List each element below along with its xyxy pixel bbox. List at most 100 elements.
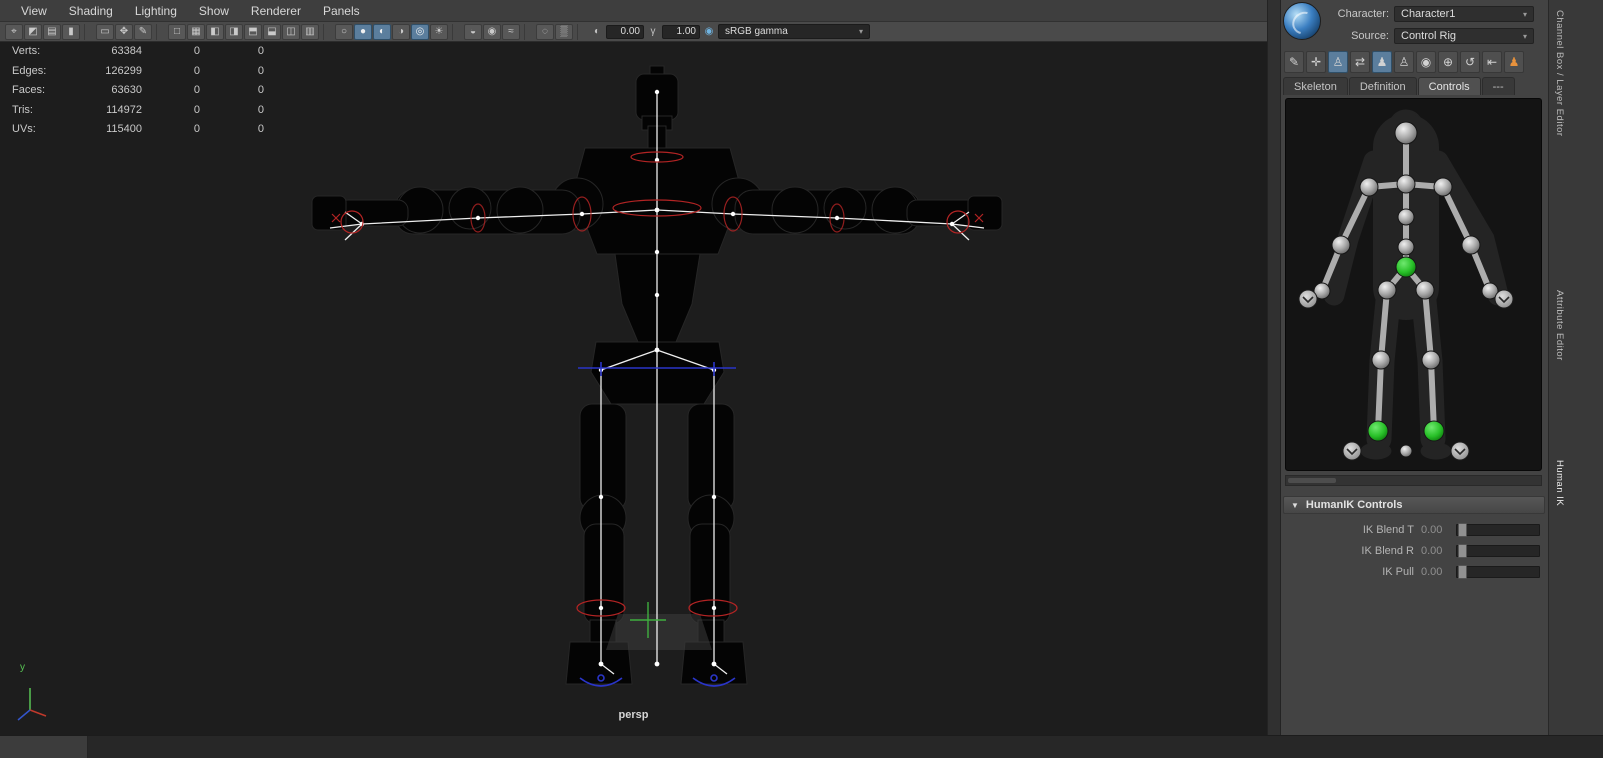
camera-attributes-icon[interactable]: ▤ (43, 23, 61, 40)
viewport-menu-bar: View Shading Lighting Show Renderer Pane… (0, 0, 1267, 22)
ik-blend-r-label: IK Blend R (1361, 545, 1414, 557)
layout-split-top-icon[interactable]: ⬒ (244, 23, 262, 40)
bookmarks-icon[interactable]: ▮ (62, 23, 80, 40)
isolate-select-icon[interactable]: ◌ (536, 23, 554, 40)
wireframe-on-shaded-icon[interactable]: ◎ (411, 23, 429, 40)
pin-translate-icon[interactable]: ⊕ (1438, 51, 1458, 73)
layout-split-left-icon[interactable]: ◧ (206, 23, 224, 40)
picker-scrollbar[interactable] (1285, 475, 1542, 486)
shadows-icon[interactable]: ◒ (464, 23, 482, 40)
character-picker-canvas[interactable] (1286, 99, 1541, 470)
picker-joint-right-shoulder[interactable] (1433, 177, 1453, 197)
tab-custom[interactable]: --- (1481, 77, 1515, 95)
layout-split-right-icon[interactable]: ◨ (225, 23, 243, 40)
body-part-key-icon[interactable]: ♙ (1394, 51, 1414, 73)
menu-lighting[interactable]: Lighting (124, 4, 188, 18)
character-person-icon[interactable]: ♟ (1504, 51, 1524, 73)
ik-blend-t-value[interactable]: 0.00 (1421, 524, 1456, 536)
ik-pull-slider[interactable] (1456, 565, 1540, 579)
picker-joint-chest[interactable] (1397, 208, 1415, 226)
screen-space-ao-icon[interactable]: ◉ (483, 23, 501, 40)
slider-handle[interactable] (1458, 544, 1467, 558)
picker-joint-left-elbow[interactable] (1331, 235, 1351, 255)
layout-hypershade-icon[interactable]: ▥ (301, 23, 319, 40)
layout-outliner-icon[interactable]: ◫ (282, 23, 300, 40)
picker-joint-head[interactable] (1394, 121, 1418, 145)
picker-joint-left-hip[interactable] (1377, 280, 1397, 300)
picker-joint-right-knee[interactable] (1421, 350, 1441, 370)
colorspace-icon[interactable]: ◉ (701, 24, 717, 40)
picker-effector-right-ankle[interactable] (1423, 420, 1445, 442)
layout-single-icon[interactable]: □ (168, 23, 186, 40)
full-body-key-icon[interactable]: ♟ (1372, 51, 1392, 73)
ik-blend-r-value[interactable]: 0.00 (1421, 545, 1456, 557)
wireframe-display-icon[interactable]: ○ (335, 23, 353, 40)
character-picker[interactable] (1285, 98, 1542, 471)
picker-arrow-left-foot[interactable] (1342, 441, 1362, 461)
picker-effector-left-ankle[interactable] (1367, 420, 1389, 442)
picker-arrow-right-hand[interactable] (1494, 289, 1514, 309)
view-transform-dropdown[interactable]: sRGB gamma ▾ (718, 24, 870, 39)
humanik-controls-header[interactable]: ▼ HumanIK Controls (1283, 496, 1545, 514)
pin-rotate-icon[interactable]: ↺ (1460, 51, 1480, 73)
picker-joint-right-hip[interactable] (1415, 280, 1435, 300)
status-bar-left-segment[interactable] (0, 736, 88, 758)
xray-display-icon[interactable]: ▒ (555, 23, 573, 40)
picker-joint-neck[interactable] (1396, 174, 1416, 194)
exposure-field[interactable]: 0.00 (606, 24, 644, 39)
use-default-material-icon[interactable]: ◑ (392, 23, 410, 40)
character-dropdown[interactable]: Character1 ▾ (1394, 6, 1534, 22)
picker-joint-right-elbow[interactable] (1461, 235, 1481, 255)
ik-pose-pen-icon[interactable]: ✛ (1306, 51, 1326, 73)
menu-renderer[interactable]: Renderer (240, 4, 312, 18)
mirror-pose-icon[interactable]: ⇄ (1350, 51, 1370, 73)
source-dropdown[interactable]: Control Rig ▾ (1394, 28, 1534, 44)
picker-effector-hips[interactable] (1395, 256, 1417, 278)
character-model-canvas[interactable] (0, 42, 1267, 735)
tab-human-ik[interactable]: Human IK (1554, 460, 1565, 506)
image-plane-icon[interactable]: ▭ (96, 23, 114, 40)
picker-joint-root[interactable] (1399, 444, 1413, 458)
menu-show[interactable]: Show (188, 4, 240, 18)
smooth-shade-icon[interactable]: ● (354, 23, 372, 40)
picker-joint-left-knee[interactable] (1371, 350, 1391, 370)
picker-arrow-left-hand[interactable] (1298, 289, 1318, 309)
select-camera-icon[interactable]: ⌖ (5, 23, 23, 40)
2d-pan-zoom-icon[interactable]: ✥ (115, 23, 133, 40)
character-pencil-icon[interactable]: ✎ (1284, 51, 1304, 73)
picker-joint-left-shoulder[interactable] (1359, 177, 1379, 197)
selection-key-icon[interactable]: ◉ (1416, 51, 1436, 73)
lighting-all-icon[interactable]: ☀ (430, 23, 448, 40)
menu-view[interactable]: View (10, 4, 58, 18)
lock-camera-icon[interactable]: ◩ (24, 23, 42, 40)
menu-panels[interactable]: Panels (312, 4, 371, 18)
picker-scrollbar-handle[interactable] (1288, 478, 1336, 483)
slider-handle[interactable] (1458, 565, 1467, 579)
tab-controls[interactable]: Controls (1417, 77, 1481, 95)
perspective-viewport[interactable]: Verts: 63384 0 0 Edges: 126299 0 0 Faces… (0, 42, 1267, 735)
grease-pencil-icon[interactable]: ✎ (134, 23, 152, 40)
menu-shading[interactable]: Shading (58, 4, 124, 18)
picker-arrow-right-foot[interactable] (1450, 441, 1470, 461)
layout-split-bottom-icon[interactable]: ⬓ (263, 23, 281, 40)
tab-skeleton[interactable]: Skeleton (1283, 77, 1348, 95)
textured-display-icon[interactable]: ◐ (373, 23, 391, 40)
ik-blend-t-slider[interactable] (1456, 523, 1540, 537)
exposure-icon[interactable]: ◐ (589, 24, 605, 40)
ik-pull-value[interactable]: 0.00 (1421, 566, 1456, 578)
layout-four-view-icon[interactable]: ▦ (187, 23, 205, 40)
gamma-field[interactable]: 1.00 (662, 24, 700, 39)
tab-definition[interactable]: Definition (1348, 77, 1417, 95)
tab-channel-box-layer-editor[interactable]: Channel Box / Layer Editor (1554, 10, 1565, 137)
motion-blur-icon[interactable]: ≈ (502, 23, 520, 40)
stance-pose-icon[interactable]: ♙ (1328, 51, 1348, 73)
picker-joint-spine[interactable] (1397, 238, 1415, 256)
go-to-stance-icon[interactable]: ⇤ (1482, 51, 1502, 73)
panel-resize-gutter[interactable] (1267, 0, 1281, 735)
gamma-icon[interactable]: γ (645, 24, 661, 40)
tab-attribute-editor[interactable]: Attribute Editor (1554, 290, 1565, 361)
slider-handle[interactable] (1458, 523, 1467, 537)
ik-blend-r-slider[interactable] (1456, 544, 1540, 558)
skeleton-overlay[interactable] (329, 92, 985, 675)
right-dock-tab-strip: Channel Box / Layer Editor Attribute Edi… (1548, 0, 1603, 735)
